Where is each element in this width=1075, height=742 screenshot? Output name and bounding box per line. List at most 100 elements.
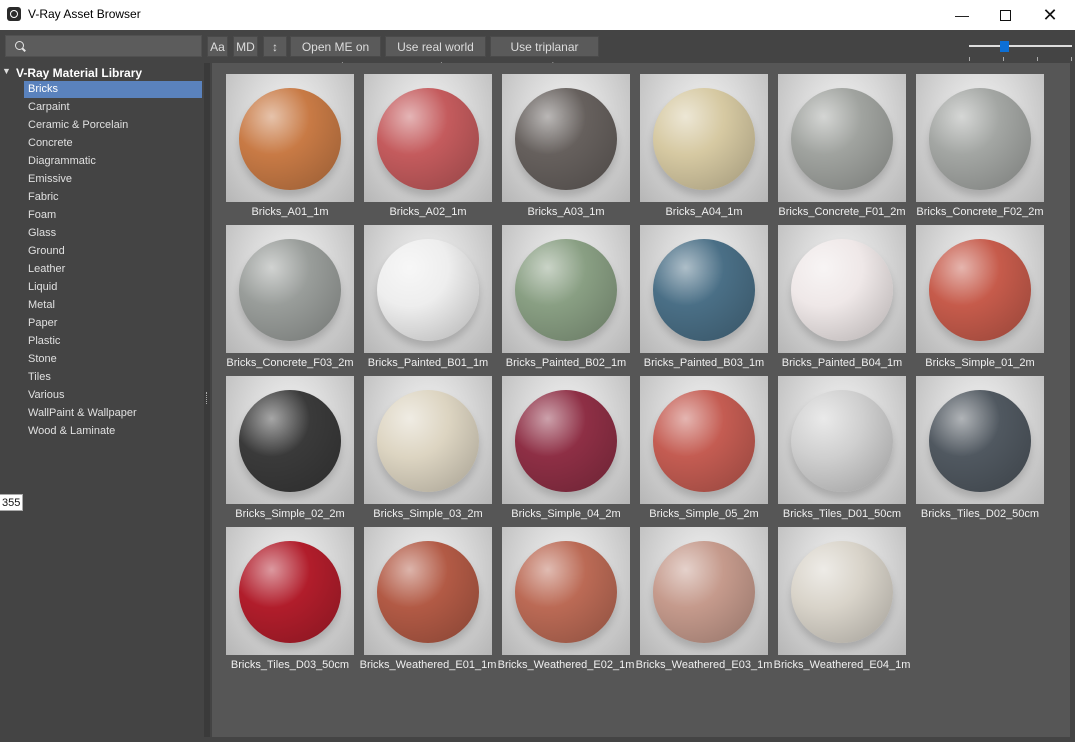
material-thumbnail[interactable] bbox=[640, 376, 768, 504]
sidebar-item-fabric[interactable]: Fabric bbox=[24, 189, 202, 206]
material-tile[interactable]: Bricks_A02_1m bbox=[364, 74, 494, 224]
material-thumbnail[interactable] bbox=[502, 527, 630, 655]
triplanar-mapping-button[interactable]: Use triplanar mapping bbox=[490, 36, 599, 74]
case-sensitive-button[interactable]: Aa bbox=[207, 36, 228, 57]
material-tile[interactable]: Bricks_Simple_05_2m bbox=[640, 376, 770, 526]
material-tile[interactable]: Bricks_Simple_01_2m bbox=[916, 225, 1046, 375]
material-label: Bricks_Weathered_E04_1m bbox=[773, 659, 911, 671]
thumbnail-size-slider[interactable] bbox=[969, 41, 1072, 61]
material-tile[interactable]: Bricks_Simple_02_2m bbox=[226, 376, 356, 526]
sidebar-item-liquid[interactable]: Liquid bbox=[24, 279, 202, 296]
window-title: V-Ray Asset Browser bbox=[28, 7, 141, 21]
sidebar-item-carpaint[interactable]: Carpaint bbox=[24, 99, 202, 116]
slider-thumb[interactable] bbox=[1000, 41, 1009, 52]
metadata-button[interactable]: MD bbox=[233, 36, 258, 57]
material-label: Bricks_Tiles_D02_50cm bbox=[920, 508, 1040, 520]
vertical-scrollbar[interactable] bbox=[1070, 63, 1075, 742]
material-tile[interactable]: Bricks_Painted_B03_1m bbox=[640, 225, 770, 375]
material-thumbnail[interactable] bbox=[640, 225, 768, 353]
material-label: Bricks_Weathered_E02_1m bbox=[497, 659, 635, 671]
material-thumbnail[interactable] bbox=[916, 225, 1044, 353]
material-tile[interactable]: Bricks_Painted_B02_1m bbox=[502, 225, 632, 375]
material-label: Bricks_Simple_02_2m bbox=[235, 508, 345, 520]
sidebar-item-wallpaint-wallpaper[interactable]: WallPaint & Wallpaper bbox=[24, 405, 202, 422]
material-sphere-preview bbox=[929, 88, 1031, 190]
collapse-arrow-icon[interactable]: ▼ bbox=[2, 66, 11, 76]
sidebar-item-plastic[interactable]: Plastic bbox=[24, 333, 202, 350]
material-tile[interactable]: Bricks_Weathered_E02_1m bbox=[498, 527, 634, 677]
material-sphere-preview bbox=[791, 541, 893, 643]
material-thumbnail[interactable] bbox=[502, 74, 630, 202]
material-tile[interactable]: Bricks_Weathered_E04_1m bbox=[774, 527, 910, 677]
search-input[interactable] bbox=[5, 35, 202, 57]
material-sphere-preview bbox=[653, 239, 755, 341]
material-tile[interactable]: Bricks_Tiles_D02_50cm bbox=[916, 376, 1046, 526]
material-thumbnail[interactable] bbox=[640, 527, 768, 655]
material-thumbnail[interactable] bbox=[226, 74, 354, 202]
sidebar-item-paper[interactable]: Paper bbox=[24, 315, 202, 332]
sidebar-item-foam[interactable]: Foam bbox=[24, 207, 202, 224]
material-label: Bricks_Painted_B04_1m bbox=[781, 357, 903, 369]
sidebar-item-diagrammatic[interactable]: Diagrammatic bbox=[24, 153, 202, 170]
sort-button[interactable]: ↕ bbox=[263, 36, 287, 57]
material-tile[interactable]: Bricks_Tiles_D03_50cm bbox=[226, 527, 356, 677]
material-thumbnail[interactable] bbox=[226, 225, 354, 353]
material-thumbnail[interactable] bbox=[778, 225, 906, 353]
sidebar-item-stone[interactable]: Stone bbox=[24, 351, 202, 368]
material-tile[interactable]: Bricks_Concrete_F03_2m bbox=[226, 225, 356, 375]
material-thumbnail[interactable] bbox=[226, 376, 354, 504]
material-grid: Bricks_A01_1m Bricks_A02_1m Bricks_A03_1m B… bbox=[212, 63, 1072, 737]
minimize-button[interactable]: — bbox=[939, 0, 985, 30]
material-thumbnail[interactable] bbox=[502, 225, 630, 353]
material-tile[interactable]: Bricks_Simple_03_2m bbox=[364, 376, 494, 526]
material-thumbnail[interactable] bbox=[916, 74, 1044, 202]
material-thumbnail[interactable] bbox=[916, 376, 1044, 504]
material-tile[interactable]: Bricks_Weathered_E01_1m bbox=[360, 527, 496, 677]
sidebar-item-concrete[interactable]: Concrete bbox=[24, 135, 202, 152]
material-tile[interactable]: Bricks_Tiles_D01_50cm bbox=[778, 376, 908, 526]
sidebar-item-leather[interactable]: Leather bbox=[24, 261, 202, 278]
sidebar-item-various[interactable]: Various bbox=[24, 387, 202, 404]
maximize-button[interactable] bbox=[982, 0, 1028, 30]
material-thumbnail[interactable] bbox=[778, 527, 906, 655]
material-label: Bricks_Tiles_D03_50cm bbox=[230, 659, 350, 671]
material-sphere-preview bbox=[515, 541, 617, 643]
real-world-scale-button[interactable]: Use real world scale bbox=[385, 36, 486, 74]
material-thumbnail[interactable] bbox=[502, 376, 630, 504]
material-tile[interactable]: Bricks_Painted_B01_1m bbox=[364, 225, 494, 375]
material-thumbnail[interactable] bbox=[640, 74, 768, 202]
material-tile[interactable]: Bricks_Simple_04_2m bbox=[502, 376, 632, 526]
toolbar: Aa MD ↕ Open ME on apply Use real world … bbox=[0, 30, 1075, 74]
material-tile[interactable]: Bricks_Concrete_F01_2m bbox=[778, 74, 908, 224]
library-title[interactable]: V-Ray Material Library bbox=[16, 66, 142, 80]
material-thumbnail[interactable] bbox=[364, 527, 492, 655]
material-sphere-preview bbox=[791, 88, 893, 190]
sidebar-item-ceramic-porcelain[interactable]: Ceramic & Porcelain bbox=[24, 117, 202, 134]
material-sphere-preview bbox=[239, 88, 341, 190]
material-tile[interactable]: Bricks_A03_1m bbox=[502, 74, 632, 224]
sidebar-item-glass[interactable]: Glass bbox=[24, 225, 202, 242]
material-tile[interactable]: Bricks_Concrete_F02_2m bbox=[916, 74, 1046, 224]
sidebar-item-tiles[interactable]: Tiles bbox=[24, 369, 202, 386]
splitter-grip-icon[interactable] bbox=[206, 392, 209, 404]
material-thumbnail[interactable] bbox=[778, 376, 906, 504]
open-me-on-apply-button[interactable]: Open ME on apply bbox=[290, 36, 381, 74]
material-thumbnail[interactable] bbox=[226, 527, 354, 655]
material-tile[interactable]: Bricks_A01_1m bbox=[226, 74, 356, 224]
material-label: Bricks_Concrete_F02_2m bbox=[916, 206, 1044, 218]
material-sphere-preview bbox=[791, 390, 893, 492]
sidebar-item-ground[interactable]: Ground bbox=[24, 243, 202, 260]
material-thumbnail[interactable] bbox=[364, 376, 492, 504]
material-tile[interactable]: Bricks_Weathered_E03_1m bbox=[636, 527, 772, 677]
sidebar-item-emissive[interactable]: Emissive bbox=[24, 171, 202, 188]
close-button[interactable]: ✕ bbox=[1027, 0, 1073, 30]
sidebar-item-wood-laminate[interactable]: Wood & Laminate bbox=[24, 423, 202, 440]
sidebar-item-bricks[interactable]: Bricks bbox=[24, 81, 202, 98]
sidebar-item-metal[interactable]: Metal bbox=[24, 297, 202, 314]
material-thumbnail[interactable] bbox=[778, 74, 906, 202]
material-sphere-preview bbox=[515, 239, 617, 341]
material-thumbnail[interactable] bbox=[364, 74, 492, 202]
material-tile[interactable]: Bricks_Painted_B04_1m bbox=[778, 225, 908, 375]
material-thumbnail[interactable] bbox=[364, 225, 492, 353]
material-tile[interactable]: Bricks_A04_1m bbox=[640, 74, 770, 224]
